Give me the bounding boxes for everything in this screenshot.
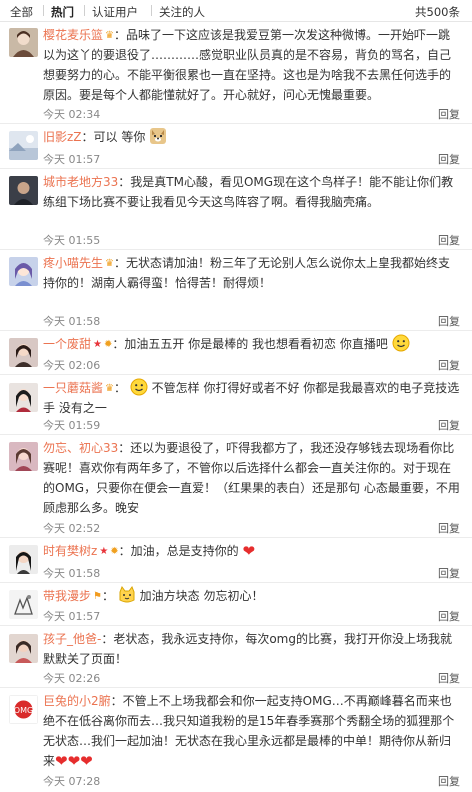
reply-button[interactable]: 回复 <box>438 106 460 122</box>
avatar[interactable] <box>9 257 38 286</box>
comment-item: 樱花麦乐篮 ♛：品味了一下这应该是我爱豆第一次发这种微博。一开始吓一跳以为这丫的要… <box>0 22 472 124</box>
avatar[interactable] <box>9 176 38 205</box>
crown-badge-icon: ♛ <box>105 258 114 269</box>
tab-hot[interactable]: 热门 <box>51 4 74 20</box>
heart-emoji-icon: ❤ <box>242 542 256 560</box>
username-link[interactable]: 疼小喵先生 <box>43 256 103 270</box>
comment-time: 今天 02:52 <box>43 522 101 535</box>
tab-divider <box>84 5 85 16</box>
comment-time: 今天 01:57 <box>43 153 101 166</box>
comment-item: 勿忘、初心33：还以为要退役了，吓得我都方了，我还没存够钱去现场看你比赛呢！喜欢… <box>0 435 472 538</box>
comment-item: 带我漫步 ⚑： 加油方块态 勿忘初心！ 今天 01:57 回复 <box>0 583 472 626</box>
username-link[interactable]: 樱花麦乐篮 <box>43 28 103 42</box>
username-link[interactable]: 孩子_他爸- <box>43 632 101 646</box>
doge-emoji-icon <box>149 127 167 145</box>
comment-time: 今天 01:58 <box>43 567 101 580</box>
svg-text:OMG: OMG <box>14 706 33 715</box>
username-link[interactable]: 一只蘑菇酱 <box>43 381 103 395</box>
reply-button[interactable]: 回复 <box>438 417 460 433</box>
comment-item: 旧影zZ：可以 等你 今天 01:57 回复 <box>0 124 472 169</box>
smile-emoji-icon <box>392 334 410 352</box>
heart-emoji-icon: ❤ <box>55 752 68 770</box>
username-link[interactable]: 勿忘、初心33 <box>43 441 118 455</box>
reply-button[interactable]: 回复 <box>438 313 460 329</box>
comment-time: 今天 01:57 <box>43 610 101 623</box>
username-link[interactable]: 带我漫步 <box>43 589 91 603</box>
comment-text: ：加油，总是支持你的 <box>118 544 239 558</box>
avatar[interactable] <box>9 131 38 160</box>
heart-emoji-icon: ❤ <box>80 752 93 770</box>
comment-time: 今天 02:34 <box>43 108 101 121</box>
username-link[interactable]: 城市老地方33 <box>43 175 118 189</box>
tab-divider <box>151 5 152 16</box>
comment-text: ：老状态，我永远支持你，每次omg的比赛，我打开你没上场我就默默关了页面！ <box>43 632 452 666</box>
reply-button[interactable]: 回复 <box>438 565 460 581</box>
star-badge-icon: ★ <box>99 546 109 557</box>
comment-text: ：可以 等你 <box>81 130 146 144</box>
avatar[interactable] <box>9 338 38 367</box>
reply-button[interactable]: 回复 <box>438 232 460 248</box>
comment-filter-tabs: 全部 热门 认证用户 关注的人 共500条 <box>0 0 472 22</box>
heart-emoji-icon: ❤ <box>67 752 81 770</box>
avatar[interactable] <box>9 28 38 57</box>
avatar[interactable]: OMG <box>9 695 38 724</box>
avatar[interactable] <box>9 590 38 619</box>
comment-item: 时有樊树z ★ ✹：加油，总是支持你的 ❤ 今天 01:58 回复 <box>0 538 472 583</box>
comment-item: OMG 巨兔的小2腑：不管上不上场我都会和你一起支持OMG…不再巅峰暮名而来也绝… <box>0 688 472 791</box>
cat-emoji-icon <box>118 586 136 604</box>
comment-item: 疼小喵先生 ♛：无状态请加油！粉三年了无论别人怎么说你太上皇我都始终支持你的！湖南… <box>0 250 472 331</box>
comment-time: 今天 01:55 <box>43 234 101 247</box>
reply-button[interactable]: 回复 <box>438 520 460 536</box>
username-link[interactable]: 一个废甜 <box>43 337 91 351</box>
flag-badge-icon: ⚑ <box>93 591 102 602</box>
tab-all[interactable]: 全部 <box>10 4 33 20</box>
comment-time: 今天 02:26 <box>43 672 101 685</box>
comment-list: 樱花麦乐篮 ♛：品味了一下这应该是我爱豆第一次发这种微博。一开始吓一跳以为这丫的要… <box>0 22 472 791</box>
tab-divider <box>43 5 44 16</box>
avatar[interactable] <box>9 383 38 412</box>
comment-item: 一只蘑菇酱 ♛： 不管怎样 你打得好或者不好 你都是我最喜欢的电子竞技选手 没有之… <box>0 375 472 435</box>
sun-badge-icon: ✹ <box>110 546 119 557</box>
comment-text: 加油方块态 勿忘初心！ <box>139 589 264 603</box>
comment-time: 今天 01:59 <box>43 419 101 432</box>
star-badge-icon: ★ <box>93 339 102 350</box>
comment-item: 城市老地方33：我是真TM心酸，看见OMG现在这个鸟样子！能不能让你们教练组下场… <box>0 169 472 250</box>
avatar[interactable] <box>9 634 38 663</box>
comment-time: 今天 01:58 <box>43 315 101 328</box>
reply-button[interactable]: 回复 <box>438 151 460 167</box>
reply-button[interactable]: 回复 <box>438 357 460 373</box>
reply-button[interactable]: 回复 <box>438 670 460 686</box>
username-link[interactable]: 巨兔的小2腑 <box>43 694 111 708</box>
username-link[interactable]: 旧影zZ <box>43 130 82 144</box>
comment-text: ：加油五五开 你是最棒的 我也想看看初恋 你直播吧 <box>112 337 388 351</box>
avatar[interactable] <box>9 442 38 471</box>
reply-button[interactable]: 回复 <box>438 773 460 789</box>
tab-following[interactable]: 关注的人 <box>159 4 205 20</box>
reply-button[interactable]: 回复 <box>438 608 460 624</box>
tab-verified-users[interactable]: 认证用户 <box>92 4 138 20</box>
crown-badge-icon: ♛ <box>105 383 114 394</box>
avatar[interactable] <box>9 545 38 574</box>
comment-time: 今天 07:28 <box>43 775 101 788</box>
comment-time: 今天 02:06 <box>43 359 101 372</box>
comment-item: 孩子_他爸-：老状态，我永远支持你，每次omg的比赛，我打开你没上场我就默默关了… <box>0 626 472 688</box>
comment-item: 一个废甜 ★ ✹：加油五五开 你是最棒的 我也想看看初恋 你直播吧 今天 02:06… <box>0 331 472 375</box>
smile-emoji-icon <box>130 378 148 396</box>
crown-badge-icon: ♛ <box>105 30 114 41</box>
comment-count: 共500条 <box>415 5 460 19</box>
username-link[interactable]: 时有樊树z <box>43 544 97 558</box>
